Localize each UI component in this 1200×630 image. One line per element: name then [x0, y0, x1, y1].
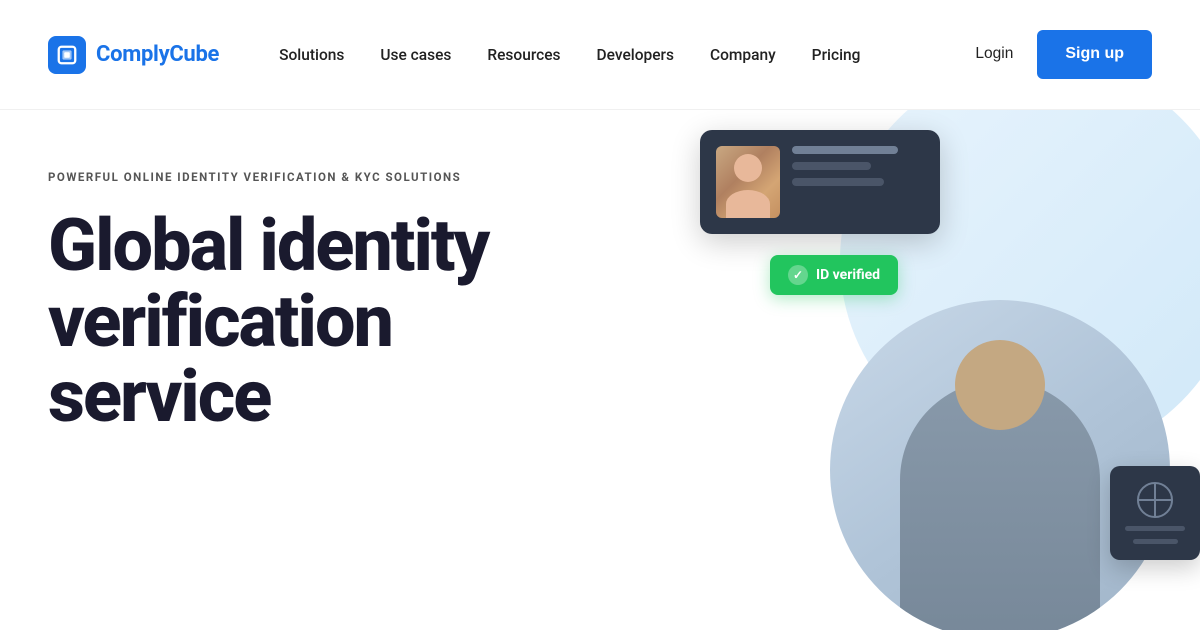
id-card-info	[792, 146, 924, 194]
nav-link-developers[interactable]: Developers	[597, 46, 674, 64]
id-verified-badge: ID verified	[770, 255, 898, 295]
logo[interactable]: ComplyCube	[48, 36, 219, 74]
navbar: ComplyCube Solutions Use cases Resources…	[0, 0, 1200, 110]
id-card-line-1	[792, 146, 898, 154]
id-verified-text: ID verified	[816, 267, 880, 283]
passport-line-2	[1133, 539, 1178, 544]
logo-icon	[48, 36, 86, 74]
nav-link-company[interactable]: Company	[710, 46, 776, 64]
nav-link-resources[interactable]: Resources	[487, 46, 560, 64]
login-button[interactable]: Login	[975, 45, 1013, 63]
id-card-mockup	[700, 130, 940, 234]
nav-link-solutions[interactable]: Solutions	[279, 46, 344, 64]
logo-text: ComplyCube	[96, 42, 219, 67]
nav-link-pricing[interactable]: Pricing	[812, 46, 861, 64]
hero-section: POWERFUL ONLINE IDENTITY VERIFICATION & …	[0, 110, 1200, 630]
nav-links: Solutions Use cases Resources Developers…	[279, 46, 975, 64]
hero-title-line1: Global identity	[48, 203, 488, 288]
id-card-line-2	[792, 162, 871, 170]
passport-card	[1110, 466, 1200, 560]
id-card-line-3	[792, 178, 884, 186]
hero-title: Global identity verification service	[48, 208, 608, 435]
hero-illustration: ID verified	[640, 110, 1200, 620]
id-card-photo	[716, 146, 780, 218]
hero-title-line3: service	[48, 354, 270, 439]
nav-link-use-cases[interactable]: Use cases	[380, 46, 451, 64]
hero-title-line2: verification	[48, 279, 392, 364]
globe-icon	[1137, 482, 1173, 518]
nav-actions: Login Sign up	[975, 30, 1152, 79]
person-photo-circle	[830, 300, 1170, 630]
passport-line-1	[1125, 526, 1185, 531]
signup-button[interactable]: Sign up	[1037, 30, 1152, 79]
